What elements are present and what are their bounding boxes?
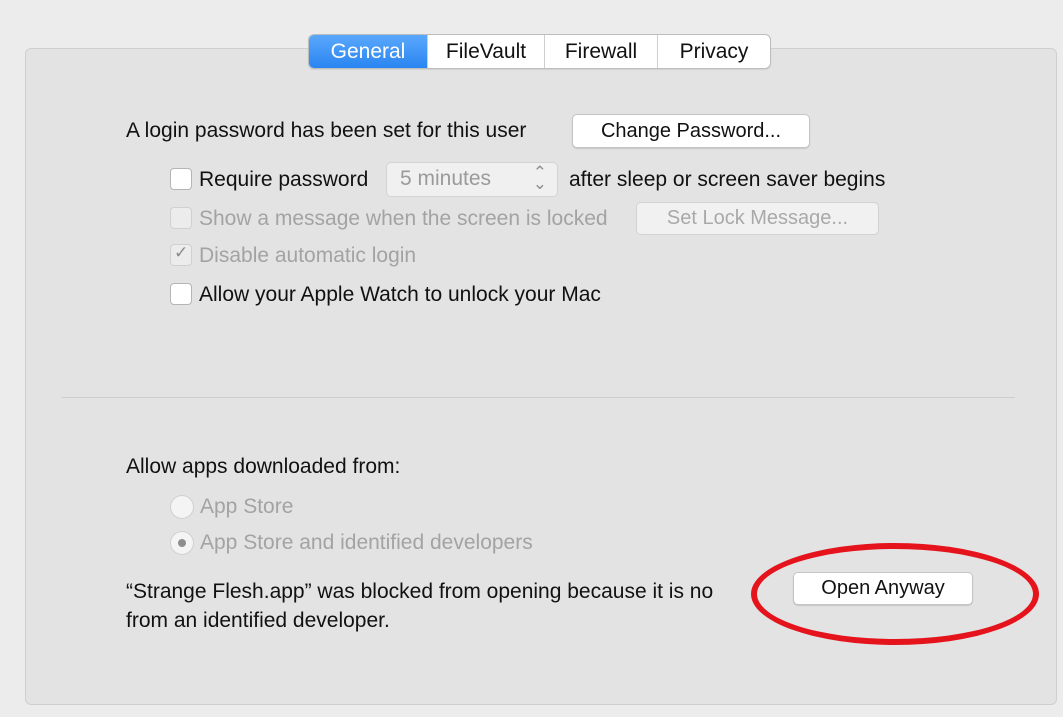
tab-privacy[interactable]: Privacy bbox=[658, 35, 770, 68]
tab-filevault[interactable]: FileVault bbox=[428, 35, 545, 68]
apple-watch-label: Allow your Apple Watch to unlock your Ma… bbox=[199, 283, 601, 306]
disable-auto-login-label: Disable automatic login bbox=[199, 244, 417, 267]
section-divider bbox=[62, 397, 1015, 398]
up-down-chevron-icon: ⌃ ⌄ bbox=[532, 163, 547, 193]
require-password-delay-select[interactable]: 5 minutes ⌃ ⌄ bbox=[386, 162, 558, 197]
checkmark-icon: ✓ bbox=[174, 243, 189, 262]
radio-app-store[interactable] bbox=[170, 495, 194, 519]
highlight-ellipse bbox=[751, 543, 1039, 645]
tab-general[interactable]: General bbox=[309, 35, 428, 68]
require-password-delay-value: 5 minutes bbox=[400, 167, 492, 190]
change-password-button[interactable]: Change Password... bbox=[572, 114, 810, 148]
tab-firewall[interactable]: Firewall bbox=[545, 35, 658, 68]
blocked-message-line1: “Strange Flesh.app” was blocked from ope… bbox=[126, 580, 714, 603]
show-message-checkbox[interactable] bbox=[170, 207, 192, 229]
disable-auto-login-checkbox[interactable]: ✓ bbox=[170, 243, 192, 266]
tab-bar: General FileVault Firewall Privacy bbox=[308, 34, 771, 69]
show-message-label: Show a message when the screen is locked bbox=[199, 207, 608, 230]
blocked-message-line2: from an identified developer. bbox=[126, 609, 390, 632]
login-password-text: A login password has been set for this u… bbox=[126, 119, 527, 142]
radio-selected-dot bbox=[178, 539, 186, 547]
radio-identified-developers-label: App Store and identified developers bbox=[200, 531, 533, 554]
radio-identified-developers[interactable] bbox=[170, 531, 194, 555]
allow-apps-heading: Allow apps downloaded from: bbox=[126, 455, 401, 478]
apple-watch-checkbox[interactable] bbox=[170, 283, 192, 305]
require-password-suffix: after sleep or screen saver begins bbox=[569, 168, 886, 191]
require-password-label: Require password bbox=[199, 168, 369, 191]
require-password-checkbox[interactable] bbox=[170, 168, 192, 190]
radio-app-store-label: App Store bbox=[200, 495, 294, 518]
set-lock-message-button[interactable]: Set Lock Message... bbox=[636, 202, 879, 235]
